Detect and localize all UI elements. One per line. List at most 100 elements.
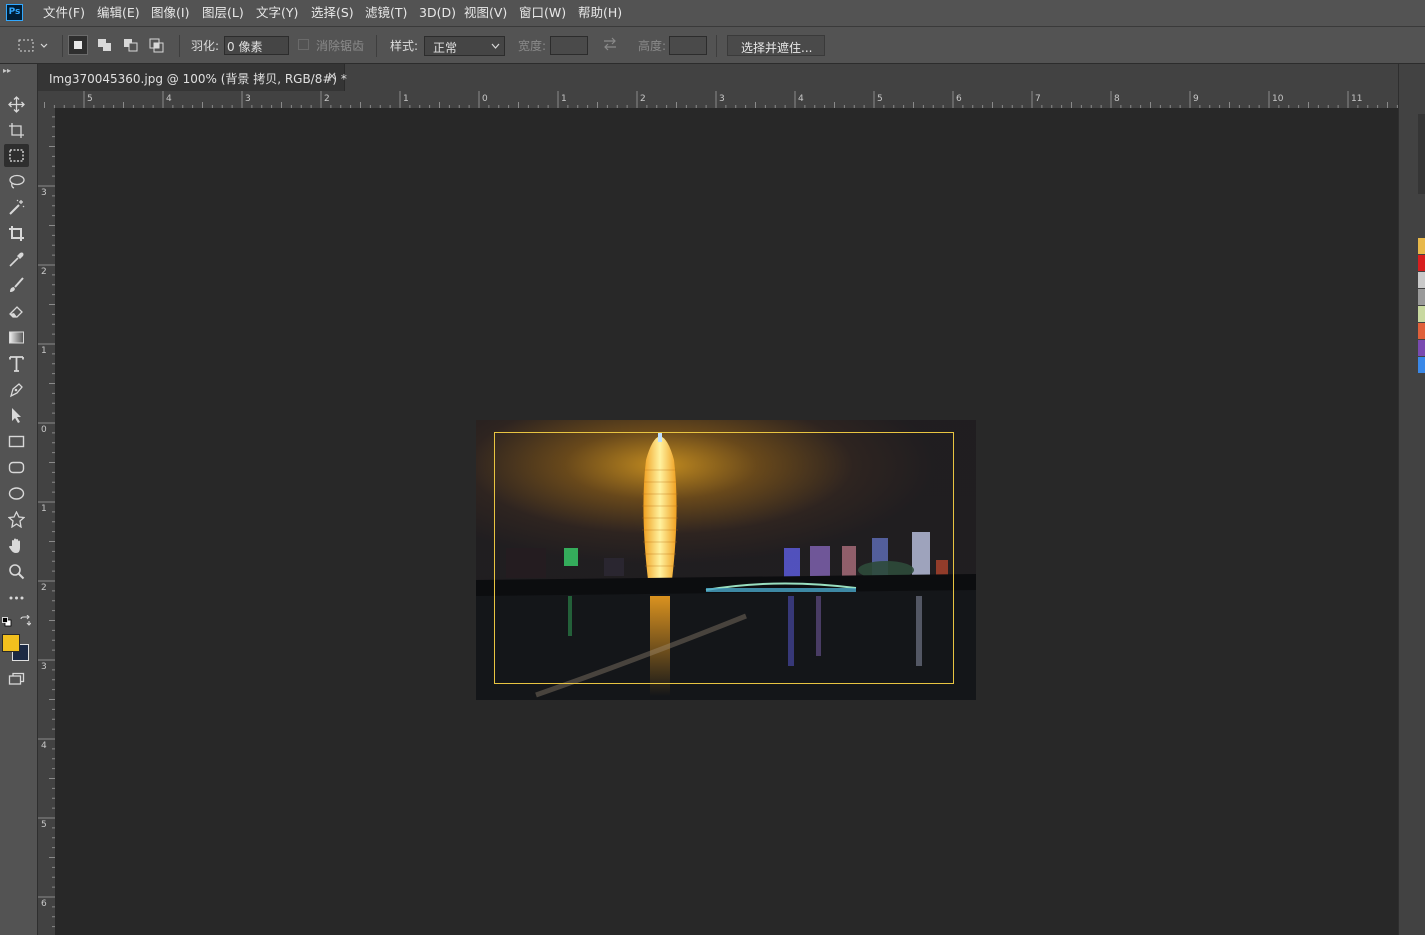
menu-help[interactable]: 帮助(H) — [578, 0, 622, 26]
color-swatch[interactable] — [1418, 238, 1425, 254]
collapse-toolbar-icon[interactable]: ▸▸ — [3, 66, 11, 75]
document-tab-title: Img370045360.jpg @ 100% (背景 拷贝, RGB/8#) … — [49, 72, 347, 86]
rect-marquee-icon — [9, 149, 24, 162]
artboard-tool-icon — [9, 123, 24, 138]
photoshop-logo-icon[interactable]: Ps — [6, 4, 23, 21]
antialias-label: 消除锯齿 — [316, 39, 365, 53]
gradient-tool[interactable] — [4, 326, 29, 349]
polygon-tool[interactable] — [4, 508, 29, 531]
hand-icon — [9, 538, 20, 553]
style-label: 样式: — [390, 39, 419, 53]
ruler-label: 2 — [41, 267, 47, 277]
ruler-label: 0 — [482, 94, 488, 104]
ruler-label: 5 — [877, 94, 883, 104]
eraser-icon — [9, 306, 23, 318]
magic-wand-tool[interactable] — [4, 196, 29, 219]
add-selection-icon — [98, 39, 111, 51]
intersect-selection-icon — [149, 38, 164, 53]
menu-file[interactable]: 文件(F) — [43, 0, 85, 26]
default-colors-icon — [2, 617, 12, 627]
horizontal-ruler[interactable]: 5 4 3 2 1 0 1 2 3 4 5 6 7 8 9 10 11 — [38, 91, 1398, 109]
feather-label: 羽化: — [191, 39, 220, 53]
pen-icon — [9, 383, 23, 398]
color-swatch[interactable] — [1418, 255, 1425, 271]
lasso-tool[interactable] — [4, 170, 29, 193]
subtract-selection-button[interactable] — [121, 35, 141, 55]
close-icon[interactable]: × — [327, 69, 337, 83]
feather-value: 0 像素 — [227, 40, 263, 54]
width-input[interactable] — [550, 36, 588, 55]
ruler-label: 5 — [87, 94, 93, 104]
color-swatch[interactable] — [1418, 289, 1425, 305]
more-tools-button[interactable] — [4, 586, 29, 609]
ruler-label: 10 — [1272, 94, 1284, 104]
antialias-checkbox[interactable] — [298, 39, 309, 50]
ellipse-icon — [8, 487, 25, 500]
selection-marquee[interactable] — [494, 432, 954, 684]
options-bar: 羽化: 0 像素 消除锯齿 样式: 正常 宽度: 高度: 选择并遮住... — [0, 27, 1425, 64]
swap-dimensions-button[interactable] — [602, 37, 618, 51]
ruler-label: 1 — [41, 346, 47, 356]
color-swatch[interactable] — [1418, 340, 1425, 356]
artboard-tool[interactable] — [4, 119, 29, 142]
subtract-selection-icon — [124, 39, 138, 52]
menu-layer[interactable]: 图层(L) — [202, 0, 244, 26]
new-selection-button[interactable] — [68, 35, 88, 55]
type-icon — [9, 356, 24, 372]
rect-marquee-preset-icon — [18, 39, 48, 52]
brush-tool[interactable] — [4, 274, 29, 297]
menu-bar: Ps 文件(F) 编辑(E) 图像(I) 图层(L) 文字(Y) 选择(S) 滤… — [0, 0, 1425, 27]
menu-image[interactable]: 图像(I) — [151, 0, 189, 26]
zoom-tool[interactable] — [4, 560, 29, 583]
document-tab[interactable]: Img370045360.jpg @ 100% (背景 拷贝, RGB/8#) … — [38, 64, 347, 91]
ruler-label: 7 — [1035, 94, 1041, 104]
screen-mode-button[interactable] — [4, 668, 29, 691]
select-and-mask-button[interactable]: 选择并遮住... — [727, 35, 825, 56]
type-tool[interactable] — [4, 352, 29, 375]
pen-tool[interactable] — [4, 378, 29, 401]
more-tools-icon — [9, 596, 24, 600]
ellipse-tool[interactable] — [4, 482, 29, 505]
menu-window[interactable]: 窗口(W) — [519, 0, 566, 26]
menu-edit[interactable]: 编辑(E) — [97, 0, 140, 26]
ruler-label: 6 — [956, 94, 962, 104]
color-swatch[interactable] — [1418, 323, 1425, 339]
eraser-tool[interactable] — [4, 300, 29, 323]
color-swatch[interactable] — [1418, 357, 1425, 373]
ruler-label: 2 — [41, 583, 47, 593]
swap-colors-button[interactable] — [19, 614, 32, 627]
new-selection-icon — [74, 41, 82, 49]
style-select[interactable]: 正常 — [424, 36, 505, 56]
menu-view[interactable]: 视图(V) — [464, 0, 507, 26]
menu-select[interactable]: 选择(S) — [311, 0, 354, 26]
eyedropper-tool[interactable] — [4, 248, 29, 271]
height-input[interactable] — [669, 36, 707, 55]
feather-input[interactable]: 0 像素 — [224, 36, 289, 55]
foreground-color-swatch[interactable] — [2, 634, 20, 652]
menu-3d[interactable]: 3D(D) — [419, 0, 456, 26]
ruler-label: 3 — [41, 662, 47, 672]
tool-preset-picker[interactable] — [17, 38, 51, 54]
vertical-ruler[interactable]: 3 2 1 0 1 2 3 4 5 6 — [38, 108, 56, 935]
zoom-icon — [9, 564, 25, 580]
default-colors-button[interactable] — [2, 616, 12, 627]
screen-mode-icon — [8, 672, 25, 685]
hand-tool[interactable] — [4, 534, 29, 557]
ruler-label: 1 — [403, 94, 409, 104]
menu-type[interactable]: 文字(Y) — [256, 0, 298, 26]
menu-filter[interactable]: 滤镜(T) — [365, 0, 407, 26]
intersect-selection-button[interactable] — [147, 35, 167, 55]
ruler-label: 9 — [1193, 94, 1199, 104]
add-selection-button[interactable] — [95, 35, 115, 55]
crop-tool[interactable] — [4, 222, 29, 245]
move-tool[interactable] — [4, 93, 29, 116]
rect-marquee-tool[interactable] — [4, 144, 29, 167]
rounded-rectangle-tool[interactable] — [4, 456, 29, 479]
path-select-tool[interactable] — [4, 404, 29, 427]
color-swatch[interactable] — [1418, 272, 1425, 288]
eyedropper-icon — [9, 252, 24, 267]
select-and-mask-label: 选择并遮住... — [741, 41, 813, 55]
color-swatch[interactable] — [1418, 306, 1425, 322]
gradient-icon — [9, 331, 24, 344]
rectangle-tool[interactable] — [4, 430, 29, 453]
